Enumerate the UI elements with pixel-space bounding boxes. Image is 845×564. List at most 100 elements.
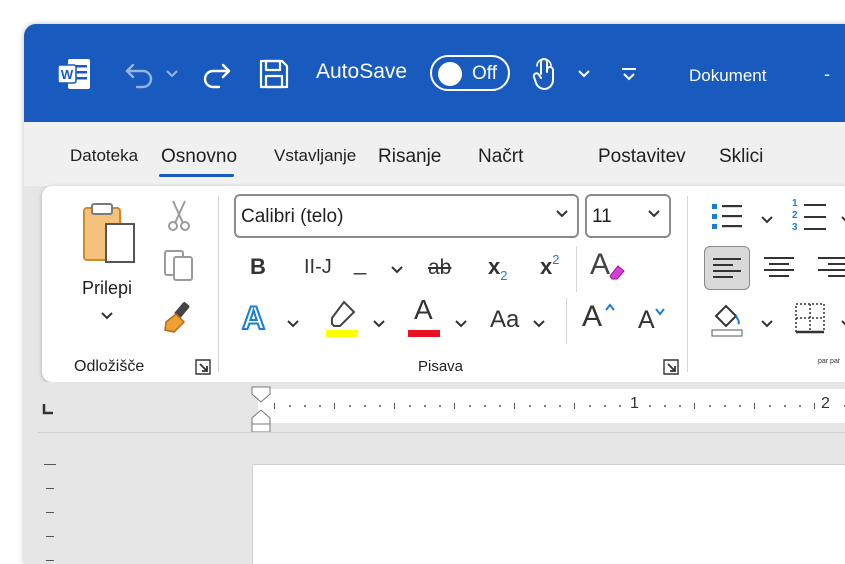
numbering-icon[interactable]: 1 2 3	[792, 198, 832, 236]
word-window: W AutoSave Off Dokument - Datoteka Osnov…	[24, 24, 845, 564]
align-right-icon[interactable]	[818, 256, 845, 283]
underline-chevron-icon[interactable]	[390, 262, 404, 280]
tab-osnovno[interactable]: Osnovno	[161, 146, 237, 168]
ruler-number-1: 1	[630, 395, 639, 412]
cut-icon[interactable]	[166, 198, 192, 239]
ruler-dot	[709, 405, 711, 407]
superscript-glyph: x	[540, 254, 553, 279]
touch-mode-icon[interactable]	[530, 54, 560, 94]
align-left-button[interactable]	[704, 246, 750, 290]
borders-chevron-icon[interactable]	[840, 316, 845, 334]
horizontal-ruler[interactable]: 1 2	[258, 389, 845, 423]
text-effects-chevron-icon[interactable]	[286, 316, 300, 334]
font-group-label: Pisava	[418, 358, 464, 375]
tab-vstavljanje[interactable]: Vstavljanje	[274, 146, 356, 166]
ruler-tick	[694, 403, 695, 409]
ruler-tick	[394, 403, 395, 409]
change-case-chevron-icon[interactable]	[532, 316, 546, 334]
font-color-glyph: A	[414, 294, 433, 325]
borders-icon[interactable]	[794, 302, 826, 339]
shrink-arrow-icon	[655, 308, 665, 316]
superscript-button[interactable]: x2	[540, 252, 560, 280]
shading-chevron-icon[interactable]	[760, 316, 774, 334]
group-separator-2	[687, 196, 688, 372]
font-size-combo[interactable]: 11	[585, 194, 671, 238]
underline-button[interactable]: _	[354, 250, 366, 276]
numbering-chevron-icon[interactable]	[840, 212, 845, 230]
font-name-chevron-icon[interactable]	[555, 206, 569, 224]
format-painter-icon[interactable]	[162, 300, 196, 339]
undo-icon[interactable]	[120, 54, 160, 94]
font-dialog-launcher-icon[interactable]	[662, 358, 680, 381]
change-case-button[interactable]: Aa	[490, 306, 519, 334]
undo-dropdown-chevron-icon[interactable]	[162, 64, 182, 84]
clipboard-dialog-launcher-icon[interactable]	[194, 358, 212, 381]
font-inner-separator-2	[566, 298, 567, 344]
ruler-dot	[304, 405, 306, 407]
subscript-button[interactable]: x2	[488, 254, 507, 283]
ruler-dot	[424, 405, 426, 407]
subscript-glyph: x	[488, 254, 501, 279]
paste-label[interactable]: Prilepi	[82, 278, 132, 299]
ruler-tick	[814, 403, 815, 409]
tab-postavitev[interactable]: Postavitev	[598, 146, 686, 168]
ruler-dot	[559, 405, 561, 407]
ruler-dot	[604, 405, 606, 407]
grow-font-button[interactable]: A	[582, 300, 615, 334]
bullets-chevron-icon[interactable]	[760, 212, 774, 230]
tab-sklici[interactable]: Sklici	[719, 146, 763, 168]
tab-nacrt[interactable]: Načrt	[478, 146, 523, 168]
font-size-value: 11	[592, 206, 612, 227]
ruler-tick	[334, 403, 335, 409]
ruler-dot	[589, 405, 591, 407]
paragraph-group-label: par par	[818, 358, 841, 365]
numbering-1: 1	[792, 198, 798, 209]
shading-icon[interactable]	[710, 302, 744, 343]
touch-mode-chevron-icon[interactable]	[574, 64, 594, 84]
minimize-button[interactable]: -	[824, 64, 830, 85]
superscript-index: 2	[552, 252, 560, 267]
document-title: Dokument	[689, 66, 767, 85]
ruler-dot	[619, 405, 621, 407]
ruler-dot	[739, 405, 741, 407]
ruler-dot	[784, 405, 786, 407]
font-color-button[interactable]: A	[408, 294, 440, 337]
word-app-icon[interactable]: W	[56, 56, 92, 92]
customize-toolbar-icon[interactable]	[618, 62, 640, 86]
clear-formatting-button[interactable]: A	[590, 248, 625, 282]
font-name-combo[interactable]: Calibri (telo)	[234, 194, 579, 238]
title-bar: W AutoSave Off Dokument -	[24, 24, 845, 122]
highlight-chevron-icon[interactable]	[372, 316, 386, 334]
ruler-divider	[38, 432, 845, 433]
align-center-icon[interactable]	[764, 256, 794, 283]
ruler-dot	[769, 405, 771, 407]
ruler-dot	[649, 405, 651, 407]
tab-risanje[interactable]: Risanje	[378, 146, 441, 168]
shrink-font-button[interactable]: A	[638, 306, 665, 335]
copy-icon[interactable]	[162, 248, 196, 287]
bold-button[interactable]: B	[250, 254, 266, 280]
save-icon[interactable]	[254, 54, 294, 94]
italic-button[interactable]: II-J	[304, 256, 332, 279]
document-page[interactable]	[252, 464, 845, 564]
tab-datoteka[interactable]: Datoteka	[70, 146, 138, 166]
paste-icon[interactable]	[78, 202, 144, 266]
tab-selector-icon[interactable]	[42, 402, 54, 420]
svg-text:W: W	[61, 67, 74, 82]
redo-icon[interactable]	[196, 54, 236, 94]
text-effects-button[interactable]: A	[241, 299, 266, 337]
ruler-tick	[274, 403, 275, 409]
shrink-font-glyph: A	[638, 306, 655, 334]
autosave-toggle[interactable]: Off	[430, 55, 510, 91]
strikethrough-button[interactable]: ab	[428, 256, 451, 280]
font-color-chevron-icon[interactable]	[454, 316, 468, 334]
highlight-button[interactable]	[326, 298, 360, 343]
bullets-icon[interactable]	[710, 202, 744, 237]
ruler-dot	[289, 405, 291, 407]
numbering-2: 2	[792, 210, 798, 221]
font-size-chevron-icon[interactable]	[647, 206, 661, 224]
paste-chevron-icon[interactable]	[100, 308, 114, 326]
ruler-dot	[664, 405, 666, 407]
group-separator	[218, 196, 219, 372]
autosave-state: Off	[472, 63, 497, 84]
